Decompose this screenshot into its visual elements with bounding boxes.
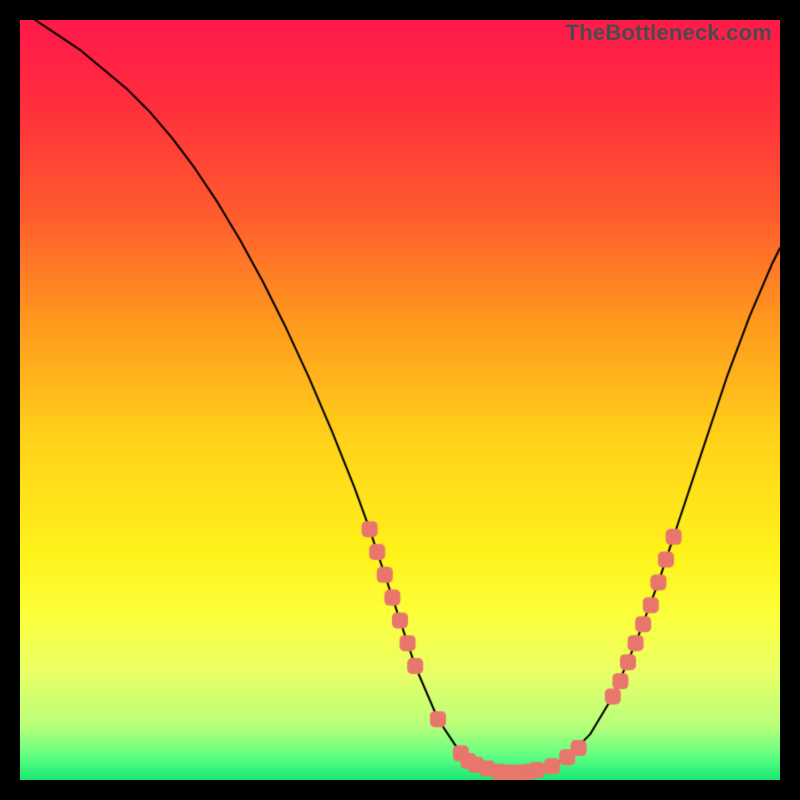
bottleneck-chart-canvas: [20, 20, 780, 780]
chart-frame: TheBottleneck.com: [20, 20, 780, 780]
watermark-text: TheBottleneck.com: [566, 20, 772, 46]
